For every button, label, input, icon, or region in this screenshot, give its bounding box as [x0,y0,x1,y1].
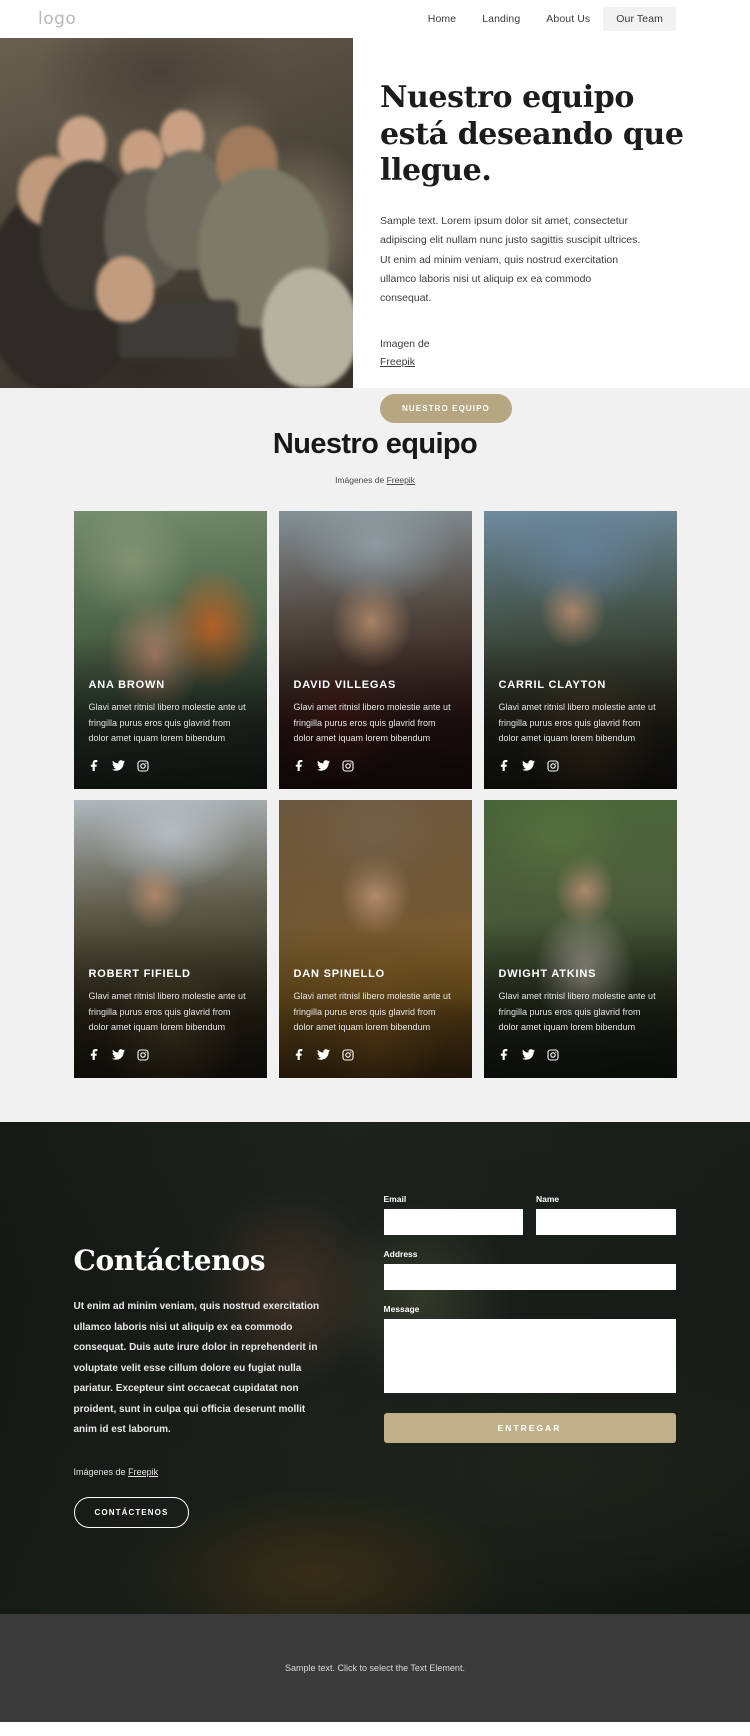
team-credit-prefix: Imágenes de [335,475,385,485]
name-label: Name [536,1194,560,1204]
team-card-body: DWIGHT ATKINS Glavi amet ritnisl libero … [499,968,663,1061]
hero-section: Nuestro equipo está deseando que llegue.… [0,38,750,423]
nav-item-home[interactable]: Home [415,7,469,31]
nav-item-landing[interactable]: Landing [469,7,533,31]
facebook-icon[interactable] [89,759,100,772]
team-card-body: ROBERT FIFIELD Glavi amet ritnisl libero… [89,968,253,1061]
address-label: Address [383,1249,418,1259]
contact-image-credit: Imágenes de Freepik [74,1467,364,1477]
twitter-icon[interactable] [521,759,535,772]
nav-item-about-us[interactable]: About Us [533,7,603,31]
hero-image-credit: Imagen de Freepik [380,335,706,372]
facebook-icon[interactable] [499,759,510,772]
hero-credit-prefix: Imagen de [380,337,430,350]
hero-image [0,38,353,388]
facebook-icon[interactable] [89,1048,100,1061]
message-field[interactable] [383,1319,676,1393]
twitter-icon[interactable] [111,759,125,772]
email-label: Email [383,1194,407,1204]
site-footer: Sample text. Click to select the Text El… [0,1613,750,1722]
hero-paragraph: Sample text. Lorem ipsum dolor sit amet,… [380,214,641,305]
team-member-description: Glavi amet ritnisl libero molestie ante … [293,701,451,744]
team-credit-link[interactable]: Freepik [387,475,415,485]
team-member-description: Glavi amet ritnisl libero molestie ante … [88,990,246,1033]
twitter-icon[interactable] [316,1048,330,1061]
team-card[interactable]: CARRIL CLAYTON Glavi amet ritnisl libero… [483,511,677,789]
instagram-icon[interactable] [546,759,559,772]
team-card-body: DAVID VILLEGAS Glavi amet ritnisl libero… [294,679,458,772]
team-member-name: ANA BROWN [88,678,165,691]
site-logo[interactable]: logo [38,9,76,29]
team-member-socials [89,759,253,772]
team-card-body: ANA BROWN Glavi amet ritnisl libero mole… [89,679,253,772]
message-label: Message [383,1304,420,1314]
team-section: Nuestro equipo Imágenes de Freepik ANA B… [0,388,750,1122]
address-field[interactable] [383,1264,676,1290]
team-member-socials [499,1048,663,1061]
instagram-icon[interactable] [136,1048,149,1061]
footer-text[interactable]: Sample text. Click to select the Text El… [285,1663,465,1673]
team-member-socials [89,1048,253,1061]
team-card-body: DAN SPINELLO Glavi amet ritnisl libero m… [294,968,458,1061]
hero-text-block: Nuestro equipo está deseando que llegue.… [353,38,750,423]
name-field[interactable] [536,1209,676,1235]
team-member-description: Glavi amet ritnisl libero molestie ante … [498,990,656,1033]
submit-button[interactable]: ENTREGAR [383,1413,676,1443]
team-card-body: CARRIL CLAYTON Glavi amet ritnisl libero… [499,679,663,772]
team-card[interactable]: ANA BROWN Glavi amet ritnisl libero mole… [73,511,267,789]
team-member-name: DAN SPINELLO [293,967,385,980]
contact-credit-link[interactable]: Freepik [128,1467,158,1477]
twitter-icon[interactable] [521,1048,535,1061]
hero-title: Nuestro equipo está deseando que llegue. [380,80,684,189]
contact-text-block: Contáctenos Ut enim ad minim veniam, qui… [73,1194,364,1528]
team-member-description: Glavi amet ritnisl libero molestie ante … [498,701,656,744]
contact-credit-prefix: Imágenes de [73,1466,126,1477]
team-card[interactable]: DAN SPINELLO Glavi amet ritnisl libero m… [278,800,472,1078]
team-member-socials [499,759,663,772]
team-member-name: DWIGHT ATKINS [498,967,597,980]
nav-item-our-team[interactable]: Our Team [603,7,676,31]
email-field[interactable] [383,1209,523,1235]
site-header: logo Home Landing About Us Our Team [0,0,750,38]
hero-cta-button[interactable]: NUESTRO EQUIPO [380,393,512,423]
team-grid: ANA BROWN Glavi amet ritnisl libero mole… [73,511,677,1078]
team-member-socials [294,1048,458,1061]
facebook-icon[interactable] [499,1048,510,1061]
main-navigation: Home Landing About Us Our Team [415,7,712,31]
twitter-icon[interactable] [316,759,330,772]
team-section-title: Nuestro equipo [272,428,478,460]
team-member-description: Glavi amet ritnisl libero molestie ante … [88,701,246,744]
team-member-name: ROBERT FIFIELD [88,967,191,980]
team-member-socials [294,759,458,772]
facebook-icon[interactable] [294,1048,305,1061]
team-card[interactable]: ROBERT FIFIELD Glavi amet ritnisl libero… [73,800,267,1078]
instagram-icon[interactable] [341,1048,354,1061]
contact-title: Contáctenos [73,1244,266,1277]
contact-cta-button[interactable]: CONTÁCTENOS [73,1496,190,1528]
instagram-icon[interactable] [136,759,149,772]
team-image-credit: Imágenes de Freepik [0,475,750,485]
team-member-description: Glavi amet ritnisl libero molestie ante … [293,990,451,1033]
team-card[interactable]: DWIGHT ATKINS Glavi amet ritnisl libero … [483,800,677,1078]
contact-section: Contáctenos Ut enim ad minim veniam, qui… [0,1122,750,1614]
contact-form: Email Name Address Message ENTREGAR [383,1194,676,1528]
twitter-icon[interactable] [111,1048,125,1061]
team-member-name: DAVID VILLEGAS [293,678,397,691]
facebook-icon[interactable] [294,759,305,772]
team-member-name: CARRIL CLAYTON [498,678,607,691]
page-root: logo Home Landing About Us Our Team Nues… [0,0,750,1722]
instagram-icon[interactable] [341,759,354,772]
team-card[interactable]: DAVID VILLEGAS Glavi amet ritnisl libero… [278,511,472,789]
instagram-icon[interactable] [546,1048,559,1061]
hero-credit-link[interactable]: Freepik [380,356,415,368]
contact-paragraph: Ut enim ad minim veniam, quis nostrud ex… [73,1301,320,1435]
